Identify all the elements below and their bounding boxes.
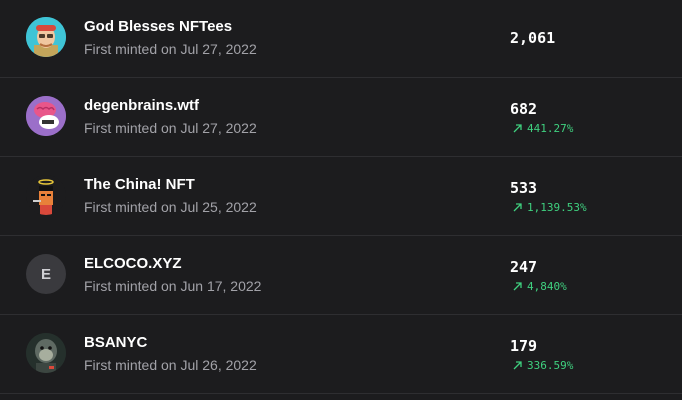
change-percent: 1,139.53% (527, 201, 587, 214)
collection-value: 682 (510, 100, 538, 118)
collections-list: God Blesses NFTees First minted on Jul 2… (0, 0, 682, 400)
first-minted-date: First minted on Jul 26, 2022 (84, 357, 257, 373)
letter-avatar: E (26, 254, 66, 294)
ape-character-avatar-icon (26, 333, 66, 373)
brain-character-avatar-icon (26, 96, 66, 136)
collection-value: 533 (510, 179, 538, 197)
collection-value: 247 (510, 258, 538, 276)
value-change: 4,840% (512, 280, 567, 293)
collection-name[interactable]: The China! NFT (84, 176, 195, 193)
value-change: 441.27% (512, 122, 573, 135)
value-change: 336.59% (512, 359, 573, 372)
collection-value: 179 (510, 337, 538, 355)
collection-value: 2,061 (510, 29, 556, 47)
trend-up-arrow-icon (513, 361, 522, 370)
collection-name[interactable]: degenbrains.wtf (84, 97, 199, 114)
change-percent: 4,840% (527, 280, 567, 293)
collection-row[interactable]: The China! NFT First minted on Jul 25, 2… (0, 158, 682, 236)
collection-name[interactable]: ELCOCO.XYZ (84, 255, 182, 272)
change-percent: 441.27% (527, 122, 574, 135)
trend-up-arrow-icon (513, 124, 522, 133)
trend-up-arrow-icon (513, 203, 522, 212)
avatar-letter: E (40, 265, 51, 283)
cartoon-character-avatar-icon (26, 17, 66, 57)
first-minted-date: First minted on Jul 27, 2022 (84, 41, 257, 57)
collection-row[interactable]: degenbrains.wtf First minted on Jul 27, … (0, 79, 682, 157)
collection-row[interactable]: BSANYC First minted on Jul 26, 2022 179 … (0, 316, 682, 394)
first-minted-date: First minted on Jul 27, 2022 (84, 120, 257, 136)
first-minted-date: First minted on Jun 17, 2022 (84, 278, 262, 294)
trend-up-arrow-icon (513, 282, 522, 291)
change-percent: 336.59% (527, 359, 574, 372)
pixel-character-avatar-icon (26, 175, 66, 215)
first-minted-date: First minted on Jul 25, 2022 (84, 199, 257, 215)
collection-name[interactable]: BSANYC (84, 334, 147, 351)
collection-name[interactable]: God Blesses NFTees (84, 18, 232, 35)
value-change: 1,139.53% (512, 201, 587, 214)
collection-row[interactable]: E ELCOCO.XYZ First minted on Jun 17, 202… (0, 237, 682, 315)
collection-row[interactable]: God Blesses NFTees First minted on Jul 2… (0, 0, 682, 78)
